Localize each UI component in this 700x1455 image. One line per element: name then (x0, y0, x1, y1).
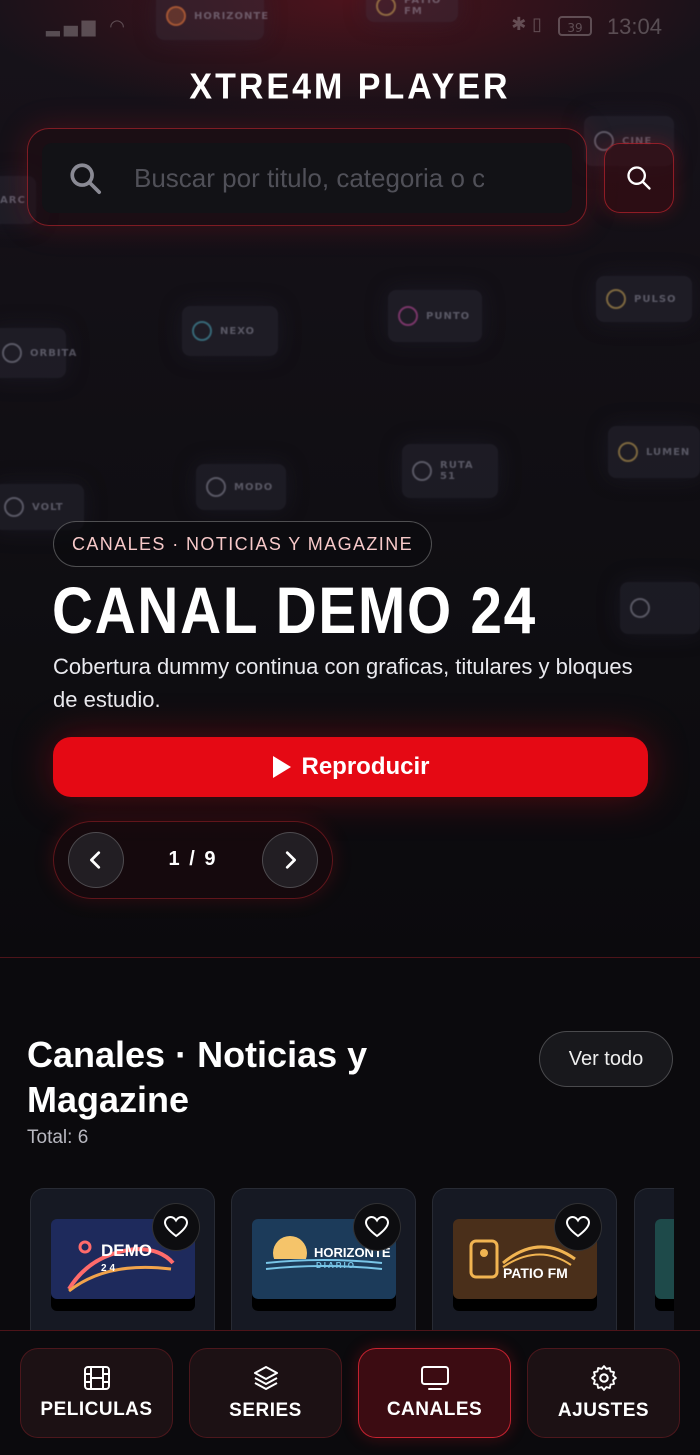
bg-tile: MODO (196, 464, 286, 510)
signal-icon: ▂▄▆ ◠ (46, 16, 129, 37)
section-divider (0, 957, 700, 958)
nav-tab-ajustes[interactable]: AJUSTES (527, 1348, 680, 1438)
nav-tab-peliculas[interactable]: PELICULAS (20, 1348, 173, 1438)
search-field-container (42, 143, 572, 213)
channel-logo (655, 1219, 674, 1299)
heart-icon (365, 1216, 389, 1238)
bg-tile: PULSO (596, 276, 692, 322)
gear-icon (590, 1365, 617, 1391)
nav-tab-canales[interactable]: CANALES (358, 1348, 511, 1438)
search-button[interactable] (604, 143, 674, 213)
bg-tile: RUTA 51 (402, 444, 498, 498)
bg-tile (620, 582, 700, 634)
play-button-label: Reproducir (301, 753, 430, 780)
chevron-left-icon (90, 851, 101, 869)
previous-button[interactable] (68, 832, 124, 888)
bg-tile: ORBITA (0, 328, 76, 378)
channel-carousel: DEMO 24 HORIZONTE DIARIO PATIO FM (30, 1188, 674, 1338)
channel-card[interactable]: DEMO 24 (30, 1188, 215, 1338)
nav-tab-label: CANALES (386, 1399, 483, 1420)
bg-tile: PUNTO (388, 290, 482, 342)
heart-icon (164, 1216, 188, 1238)
see-all-button[interactable]: Ver todo (539, 1031, 673, 1087)
channel-card[interactable] (634, 1188, 674, 1338)
hero-description: Cobertura dummy continua con graficas, t… (53, 654, 633, 712)
bottom-navigation: PELICULAS SERIES CANALES AJUSTES (0, 1330, 700, 1455)
favorite-button[interactable] (353, 1203, 401, 1251)
next-button[interactable] (262, 832, 318, 888)
play-icon (273, 756, 292, 778)
channel-card[interactable]: PATIO FM (432, 1188, 617, 1338)
search-bar (27, 128, 587, 226)
favorite-button[interactable] (554, 1203, 602, 1251)
status-bar: ▂▄▆ ◠ ✱ ▯ 39 13:04 (0, 0, 700, 54)
section-total: Total: 6 (27, 1127, 89, 1148)
film-icon (83, 1366, 110, 1390)
hero-title: CANAL DEMO 24 (52, 573, 537, 647)
status-time: 13:04 (606, 14, 662, 39)
bluetooth-icon: ✱ ▯ (511, 14, 542, 35)
bg-tile: LUMEN (608, 426, 700, 478)
search-icon (627, 166, 651, 190)
bg-tile: NEXO (182, 306, 278, 356)
battery-icon: 39 (558, 16, 592, 36)
hero-category-badge: CANALES · NOTICIAS Y MAGAZINE (53, 521, 433, 567)
pager-count: 1 / 9 (168, 848, 218, 870)
play-button[interactable]: Reproducir (53, 737, 648, 797)
layers-icon (253, 1366, 278, 1390)
nav-tab-series[interactable]: SERIES (189, 1348, 342, 1438)
chevron-right-icon (285, 851, 296, 869)
favorite-button[interactable] (152, 1203, 200, 1251)
app-title: XTRE4M PLAYER (189, 67, 511, 107)
search-input[interactable] (132, 161, 486, 195)
tv-icon (420, 1366, 449, 1390)
channel-card[interactable]: HORIZONTE DIARIO (231, 1188, 416, 1338)
nav-tab-label: SERIES (229, 1400, 302, 1421)
section-title: Canales · Noticias y Magazine (27, 1034, 368, 1120)
nav-tab-label: AJUSTES (557, 1400, 650, 1421)
hero-pager: 1 / 9 (53, 821, 333, 899)
nav-tab-label: PELICULAS (40, 1399, 153, 1420)
heart-icon (566, 1216, 590, 1238)
search-icon (70, 163, 102, 195)
